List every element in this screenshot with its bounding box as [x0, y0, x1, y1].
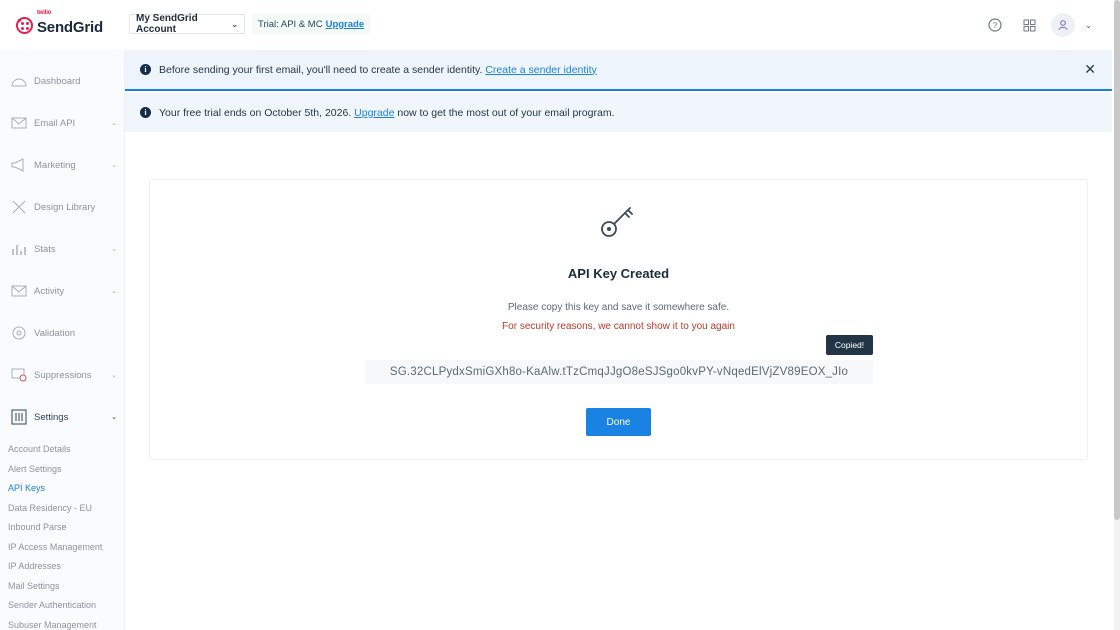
chevron-down-icon: ⌄ — [111, 372, 117, 379]
design-icon — [10, 198, 28, 216]
sidebar-item-marketing[interactable]: Marketing ⌄ — [0, 144, 125, 186]
sidebar-item-validation[interactable]: Validation — [0, 312, 125, 354]
sidebar-sub-data-residency[interactable]: Data Residency - EU — [8, 503, 92, 513]
twilio-logo-icon — [16, 16, 33, 34]
sender-identity-banner: i Before sending your first email, you'l… — [125, 50, 1112, 91]
sidebar-sub-sender-auth[interactable]: Sender Authentication — [8, 600, 96, 610]
chevron-down-icon: ⌄ — [111, 120, 117, 127]
security-warning: For security reasons, we cannot show it … — [502, 321, 735, 332]
copied-tooltip: Copied! — [826, 335, 873, 355]
megaphone-icon — [10, 156, 28, 174]
api-key-value[interactable]: SG.32CLPydxSmiGXh8o-KaAlw.tTzCmqJJgO8eSJ… — [365, 360, 873, 384]
trial-badge: Trial: API & MC Upgrade — [252, 14, 371, 34]
account-label: My SendGrid Account — [136, 13, 198, 35]
apps-grid-icon[interactable] — [1017, 13, 1041, 37]
card-note: Please copy this key and save it somewhe… — [507, 302, 730, 313]
stats-icon — [10, 240, 28, 258]
sidebar-item-email-api[interactable]: Email API ⌄ — [0, 102, 125, 144]
sidebar-sub-ip-addresses[interactable]: IP Addresses — [8, 561, 61, 571]
trial-upgrade-link[interactable]: Upgrade — [354, 107, 394, 119]
sidebar-item-settings[interactable]: Settings ⌄ — [0, 396, 125, 438]
settings-icon — [10, 408, 28, 426]
sidebar-item-dashboard[interactable]: Dashboard — [0, 60, 125, 102]
info-icon: i — [140, 107, 151, 118]
top-bar: twilio SendGrid My SendGrid Account ⌄ Tr… — [0, 0, 1114, 50]
done-button[interactable]: Done — [586, 408, 651, 436]
chevron-down-icon: ⌄ — [111, 162, 117, 169]
sidebar-sub-inbound-parse[interactable]: Inbound Parse — [8, 522, 67, 532]
suppressions-icon — [10, 366, 28, 384]
sidebar-sub-account-details[interactable]: Account Details — [8, 444, 71, 454]
sidebar-sub-alert-settings[interactable]: Alert Settings — [8, 464, 62, 474]
create-sender-link[interactable]: Create a sender identity — [485, 64, 596, 76]
sidebar-item-stats[interactable]: Stats ⌄ — [0, 228, 125, 270]
chevron-down-icon: ⌄ — [111, 246, 117, 253]
trial-banner-text-after: now to get the most out of your email pr… — [397, 106, 615, 119]
sidebar-item-suppressions[interactable]: Suppressions ⌄ — [0, 354, 125, 396]
api-key-created-card: API Key Created Please copy this key and… — [149, 179, 1088, 460]
sidebar-sub-mail-settings[interactable]: Mail Settings — [8, 581, 60, 591]
help-icon[interactable]: ? — [983, 13, 1007, 37]
trial-banner: i Your free trial ends on October 5th, 2… — [125, 93, 1112, 132]
sidebar-sub-ip-access[interactable]: IP Access Management — [8, 542, 102, 552]
card-title: API Key Created — [567, 266, 670, 281]
svg-text:?: ? — [993, 21, 998, 30]
sidebar-sub-api-keys[interactable]: API Keys — [8, 483, 45, 493]
chevron-down-icon: ⌄ — [111, 288, 117, 295]
logo-small-text: twilio — [37, 10, 52, 16]
sendgrid-logo[interactable]: twilio SendGrid — [16, 10, 103, 38]
scrollbar-thumb[interactable] — [1114, 0, 1120, 520]
sidebar-item-activity[interactable]: Activity ⌄ — [0, 270, 125, 312]
close-icon[interactable]: ✕ — [1084, 61, 1096, 78]
trial-label: Trial: API & MC — [258, 18, 323, 30]
chevron-down-icon: ⌄ — [111, 414, 117, 421]
scrollbar[interactable] — [1114, 0, 1120, 630]
info-icon: i — [140, 64, 151, 75]
sender-banner-text: Before sending your first email, you'll … — [159, 63, 483, 76]
logo-text: SendGrid — [37, 19, 103, 36]
sidebar-item-design-library[interactable]: Design Library — [0, 186, 125, 228]
validation-icon — [10, 324, 28, 342]
sidebar: Dashboard Email API ⌄ Marketing ⌄ Design… — [0, 50, 125, 630]
chevron-down-icon[interactable]: ⌄ — [1085, 21, 1092, 30]
chevron-down-icon: ⌄ — [231, 19, 238, 29]
dashboard-icon — [10, 72, 28, 90]
activity-icon — [10, 282, 28, 300]
top-right-controls: ? ⌄ — [983, 13, 1092, 37]
email-icon — [10, 114, 28, 132]
trial-upgrade-link[interactable]: Upgrade — [326, 19, 365, 30]
trial-banner-text: Your free trial ends on October 5th, 202… — [159, 106, 352, 119]
sidebar-sub-subuser-mgmt[interactable]: Subuser Management — [8, 620, 97, 630]
key-icon — [601, 207, 633, 237]
user-icon[interactable] — [1051, 13, 1076, 37]
account-selector[interactable]: My SendGrid Account ⌄ — [129, 13, 245, 35]
